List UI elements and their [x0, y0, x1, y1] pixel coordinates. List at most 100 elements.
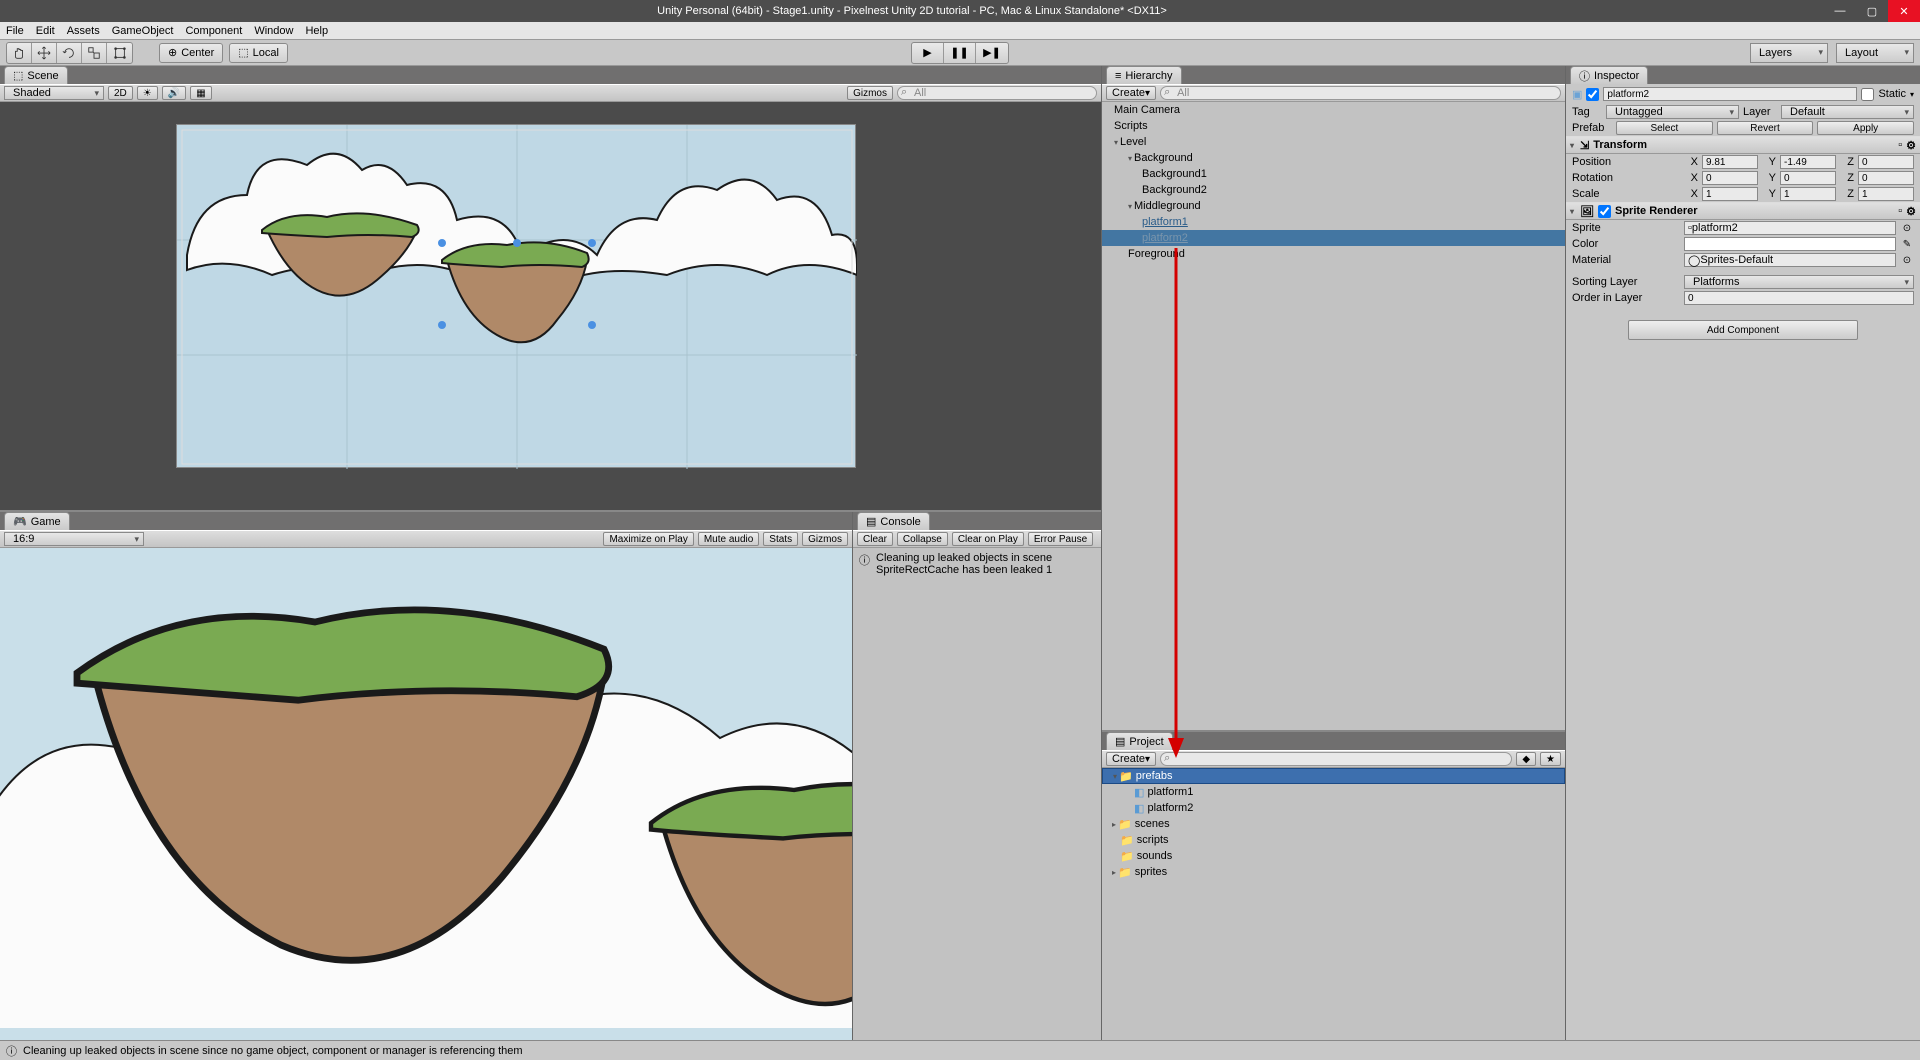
scene-viewport[interactable]	[0, 102, 1101, 510]
pivot-center-toggle[interactable]: ⊕Center	[159, 43, 223, 63]
hierarchy-item-level[interactable]: Level	[1102, 134, 1565, 150]
project-create[interactable]: Create ▾	[1106, 752, 1156, 766]
prefab-revert[interactable]: Revert	[1717, 121, 1814, 135]
help-icon[interactable]: ▫	[1898, 139, 1902, 151]
play-button[interactable]: ▶	[912, 43, 944, 63]
project-folder-scripts[interactable]: 📁 scripts	[1102, 832, 1565, 848]
aspect-dropdown[interactable]: 16:9	[4, 532, 144, 546]
gear-icon[interactable]: ⚙	[1906, 205, 1916, 218]
scene-tab[interactable]: ⬚Scene	[4, 66, 68, 84]
scale-x[interactable]: 1	[1702, 187, 1758, 201]
menu-assets[interactable]: Assets	[67, 25, 100, 37]
sorting-layer-dropdown[interactable]: Platforms	[1684, 275, 1914, 289]
mute-audio[interactable]: Mute audio	[698, 532, 759, 546]
audio-toggle[interactable]: 🔊	[162, 86, 186, 100]
project-folder-sounds[interactable]: 📁 sounds	[1102, 848, 1565, 864]
order-in-layer-field[interactable]: 0	[1684, 291, 1914, 305]
project-tab[interactable]: ▤Project	[1106, 732, 1173, 750]
object-picker-icon[interactable]: ⊙	[1900, 253, 1914, 267]
rect-tool[interactable]	[107, 43, 132, 63]
step-button[interactable]: ▶❚	[976, 43, 1008, 63]
rotate-tool[interactable]	[57, 43, 82, 63]
transform-component-header[interactable]: ⇲ Transform ▫ ⚙	[1566, 136, 1920, 154]
hierarchy-item-middleground[interactable]: Middleground	[1102, 198, 1565, 214]
menu-help[interactable]: Help	[305, 25, 328, 37]
foldout-icon[interactable]	[1570, 205, 1576, 217]
project-tree[interactable]: 📁 prefabs ◧ platform1 ◧ platform2 📁 scen…	[1102, 768, 1565, 1040]
fx-toggle[interactable]: ▦	[190, 86, 211, 100]
eyedropper-icon[interactable]: ✎	[1900, 237, 1914, 251]
gameobject-active-checkbox[interactable]	[1586, 88, 1599, 101]
pivot-local-toggle[interactable]: ⬚Local	[229, 43, 288, 63]
layer-dropdown[interactable]: Default	[1781, 105, 1914, 119]
gear-icon[interactable]: ⚙	[1906, 139, 1916, 152]
hierarchy-item-platform1[interactable]: platform1	[1102, 214, 1565, 230]
maximize-on-play[interactable]: Maximize on Play	[603, 532, 693, 546]
hierarchy-item-scripts[interactable]: Scripts	[1102, 118, 1565, 134]
project-filter-2[interactable]: ★	[1540, 752, 1561, 766]
stats-button[interactable]: Stats	[763, 532, 798, 546]
hierarchy-item-background1[interactable]: Background1	[1102, 166, 1565, 182]
layers-dropdown[interactable]: Layers	[1750, 43, 1828, 63]
console-collapse[interactable]: Collapse	[897, 532, 948, 546]
tag-dropdown[interactable]: Untagged	[1606, 105, 1739, 119]
game-tab[interactable]: 🎮Game	[4, 512, 70, 530]
menu-component[interactable]: Component	[185, 25, 242, 37]
rotation-x[interactable]: 0	[1702, 171, 1758, 185]
hierarchy-item-platform2[interactable]: platform2	[1102, 230, 1565, 246]
project-item-platform1[interactable]: ◧ platform1	[1102, 784, 1565, 800]
scale-z[interactable]: 1	[1858, 187, 1914, 201]
gameobject-name-field[interactable]: platform2	[1603, 87, 1857, 101]
gizmos-dropdown[interactable]: Gizmos	[847, 86, 893, 100]
menu-file[interactable]: File	[6, 25, 24, 37]
scale-y[interactable]: 1	[1780, 187, 1836, 201]
project-folder-sprites[interactable]: 📁 sprites	[1102, 864, 1565, 880]
hand-tool[interactable]	[7, 43, 32, 63]
add-component-button[interactable]: Add Component	[1628, 320, 1858, 340]
close-button[interactable]: ✕	[1888, 0, 1920, 22]
material-field[interactable]: ◯Sprites-Default	[1684, 253, 1896, 267]
inspector-tab[interactable]: ⓘInspector	[1570, 66, 1648, 84]
sprite-renderer-header[interactable]: 🖼 Sprite Renderer ▫ ⚙	[1566, 202, 1920, 220]
position-z[interactable]: 0	[1858, 155, 1914, 169]
position-y[interactable]: -1.49	[1780, 155, 1836, 169]
foldout-icon[interactable]	[1570, 139, 1576, 151]
hierarchy-item-main-camera[interactable]: Main Camera	[1102, 102, 1565, 118]
pause-button[interactable]: ❚❚	[944, 43, 976, 63]
console-clear-on-play[interactable]: Clear on Play	[952, 532, 1024, 546]
position-x[interactable]: 9.81	[1702, 155, 1758, 169]
color-field[interactable]	[1684, 237, 1896, 251]
prefab-select[interactable]: Select	[1616, 121, 1713, 135]
static-checkbox[interactable]	[1861, 88, 1874, 101]
sprite-renderer-enable[interactable]	[1598, 205, 1611, 218]
prefab-apply[interactable]: Apply	[1817, 121, 1914, 135]
shading-dropdown[interactable]: Shaded	[4, 86, 104, 100]
scene-search[interactable]: All	[897, 86, 1097, 100]
hierarchy-create[interactable]: Create ▾	[1106, 86, 1156, 100]
menu-gameobject[interactable]: GameObject	[112, 25, 174, 37]
menu-edit[interactable]: Edit	[36, 25, 55, 37]
console-tab[interactable]: ▤Console	[857, 512, 930, 530]
project-folder-prefabs[interactable]: 📁 prefabs	[1102, 768, 1565, 784]
help-icon[interactable]: ▫	[1898, 205, 1902, 217]
rotation-z[interactable]: 0	[1858, 171, 1914, 185]
hierarchy-item-background2[interactable]: Background2	[1102, 182, 1565, 198]
rotation-y[interactable]: 0	[1780, 171, 1836, 185]
minimize-button[interactable]: —	[1824, 0, 1856, 22]
console-clear[interactable]: Clear	[857, 532, 893, 546]
move-tool[interactable]	[32, 43, 57, 63]
console-error-pause[interactable]: Error Pause	[1028, 532, 1093, 546]
menu-window[interactable]: Window	[254, 25, 293, 37]
maximize-button[interactable]: ▢	[1856, 0, 1888, 22]
hierarchy-tab[interactable]: ≡Hierarchy	[1106, 66, 1182, 84]
project-item-platform2[interactable]: ◧ platform2	[1102, 800, 1565, 816]
project-search[interactable]	[1160, 752, 1512, 766]
hierarchy-item-background[interactable]: Background	[1102, 150, 1565, 166]
project-folder-scenes[interactable]: 📁 scenes	[1102, 816, 1565, 832]
project-filter-1[interactable]: ◆	[1516, 752, 1536, 766]
hierarchy-search[interactable]: All	[1160, 86, 1561, 100]
2d-toggle[interactable]: 2D	[108, 86, 133, 100]
sprite-field[interactable]: ▫platform2	[1684, 221, 1896, 235]
layout-dropdown[interactable]: Layout	[1836, 43, 1914, 63]
scale-tool[interactable]	[82, 43, 107, 63]
